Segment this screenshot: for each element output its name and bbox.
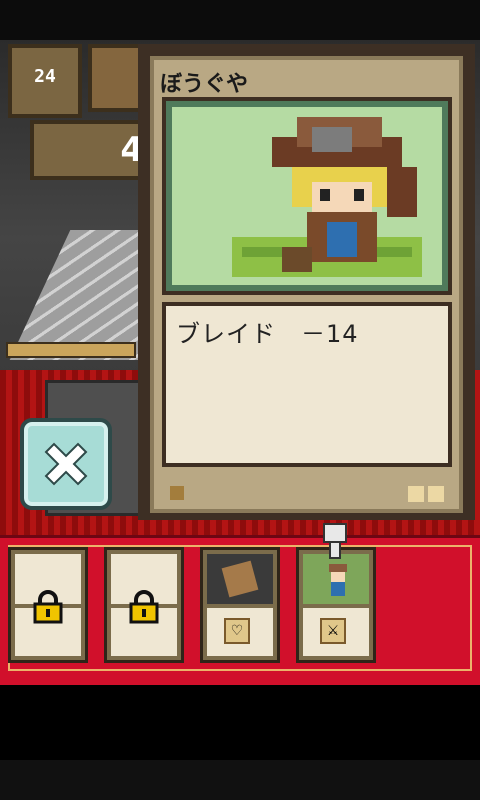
rarity-pip: [408, 486, 424, 502]
item-slot-scroll[interactable]: ♡: [200, 547, 280, 663]
pointer-hand-icon: [323, 523, 347, 559]
card-type-icon: [170, 486, 184, 500]
nav-strip: [0, 760, 480, 800]
rarity-pips: [408, 486, 444, 502]
close-button[interactable]: [20, 418, 112, 510]
lock-icon: [33, 590, 63, 624]
card-description-panel: ブレイド －14: [162, 302, 452, 467]
card-description: ブレイド －14: [176, 320, 359, 348]
hud-status-bar: [6, 342, 136, 358]
adventurer-portrait-icon: [232, 117, 422, 277]
status-bar: [0, 0, 480, 40]
item-slot-locked-2[interactable]: [104, 547, 184, 663]
close-icon: [44, 442, 88, 486]
card-art: [162, 97, 452, 295]
lock-icon: [129, 590, 159, 624]
item-slot-locked-1[interactable]: [8, 547, 88, 663]
rarity-pip: [428, 486, 444, 502]
item-slot-adventurer[interactable]: ⚔: [296, 547, 376, 663]
level-value: 24: [34, 66, 56, 87]
card-title: ぼうぐや: [160, 72, 249, 97]
heart-bubble-icon: ♡: [224, 618, 250, 644]
scroll-icon: [221, 560, 259, 598]
level-badge: 24: [8, 44, 82, 118]
sword-icon: ⚔: [320, 618, 346, 644]
